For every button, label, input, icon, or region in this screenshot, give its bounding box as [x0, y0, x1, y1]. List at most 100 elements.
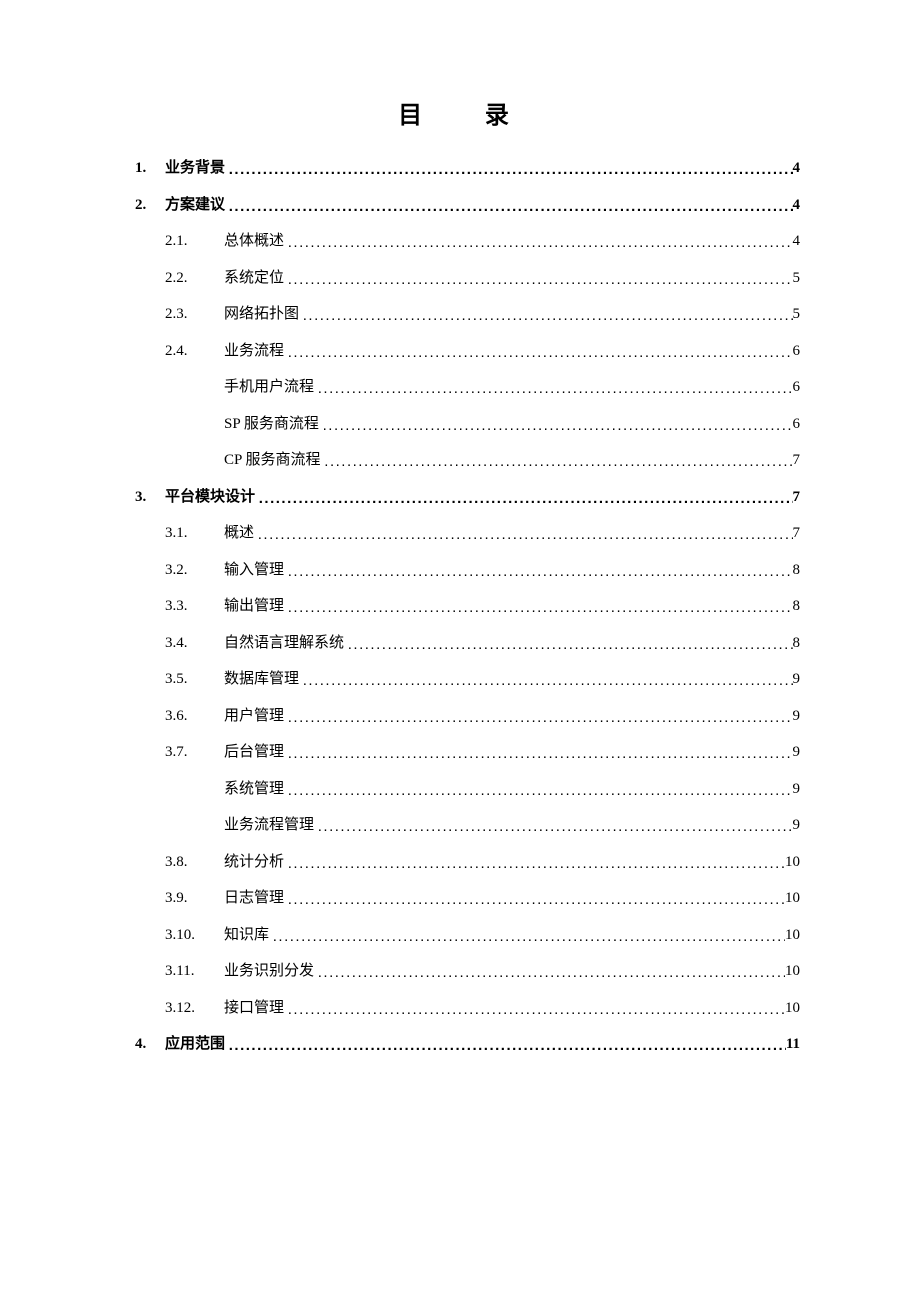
toc-entry-number: 3.5. — [165, 672, 224, 687]
toc-leader-dots — [258, 527, 793, 542]
toc-entry[interactable]: 业务流程管理 9 — [135, 817, 800, 833]
toc-leader-dots — [259, 491, 793, 506]
toc-entry-page: 5 — [793, 271, 801, 286]
toc-leader-dots — [318, 965, 785, 980]
toc-entry[interactable]: CP 服务商流程 7 — [135, 452, 800, 468]
toc-entry[interactable]: 2.1.总体概述 4 — [135, 233, 800, 249]
toc-entry-number: 3.1. — [165, 526, 224, 541]
toc-leader-dots — [288, 783, 793, 798]
toc-entry-number: 3.4. — [165, 636, 224, 651]
toc-entry-number: 1. — [135, 161, 165, 176]
toc-entry-page: 10 — [785, 1001, 800, 1016]
toc-entry-label: 业务流程管理 — [224, 818, 318, 833]
toc-entry[interactable]: 2.2.系统定位 5 — [135, 270, 800, 286]
toc-entry-label: 业务流程 — [224, 344, 288, 359]
toc-entry-page: 9 — [793, 709, 801, 724]
toc-entry-number: 2.4. — [165, 344, 224, 359]
toc-entry-label: 知识库 — [224, 928, 273, 943]
toc-entry-number: 3.11. — [165, 964, 224, 979]
toc-leader-dots — [288, 746, 793, 761]
toc-entry[interactable]: 3.5.数据库管理 9 — [135, 671, 800, 687]
toc-leader-dots — [303, 308, 793, 323]
toc-entry-label: 总体概述 — [224, 234, 288, 249]
toc-leader-dots — [229, 199, 793, 214]
toc-entry-number: 4. — [135, 1037, 165, 1052]
toc-entry-number: 2.1. — [165, 234, 224, 249]
toc-leader-dots — [288, 600, 793, 615]
toc-entry-label: 输入管理 — [224, 563, 288, 578]
toc-entry[interactable]: 3.平台模块设计 7 — [135, 489, 800, 505]
toc-leader-dots — [229, 162, 793, 177]
toc-entry[interactable]: 1.业务背景 4 — [135, 160, 800, 176]
toc-title: 目 录 — [135, 95, 800, 130]
toc-entry-page: 8 — [793, 563, 801, 578]
toc-entry-number: 3.7. — [165, 745, 224, 760]
toc-entry[interactable]: 系统管理 9 — [135, 781, 800, 797]
toc-entry-label: 接口管理 — [224, 1001, 288, 1016]
toc-entry-page: 6 — [793, 417, 801, 432]
toc-entry-number: 3.10. — [165, 928, 224, 943]
toc-entry-page: 10 — [785, 928, 800, 943]
toc-leader-dots — [288, 710, 793, 725]
toc-entry[interactable]: 手机用户流程 6 — [135, 379, 800, 395]
toc-entry[interactable]: SP 服务商流程 6 — [135, 416, 800, 432]
toc-entry[interactable]: 3.11.业务识别分发 10 — [135, 963, 800, 979]
toc-entry[interactable]: 3.7.后台管理 9 — [135, 744, 800, 760]
toc-entry-page: 7 — [793, 490, 801, 505]
toc-leader-dots — [288, 892, 785, 907]
toc-entry[interactable]: 3.4.自然语言理解系统 8 — [135, 635, 800, 651]
toc-leader-dots — [288, 345, 793, 360]
toc-leader-dots — [288, 564, 793, 579]
toc-entry-label: 日志管理 — [224, 891, 288, 906]
toc-entry-label: 业务识别分发 — [224, 964, 318, 979]
toc-entry-number: 3.3. — [165, 599, 224, 614]
toc-entry-page: 10 — [785, 855, 800, 870]
toc-entry-page: 4 — [793, 161, 801, 176]
toc-entry-number: 2. — [135, 198, 165, 213]
toc-entry-label: 手机用户流程 — [224, 380, 318, 395]
toc-entry[interactable]: 2.4.业务流程 6 — [135, 343, 800, 359]
toc-entry-number: 3. — [135, 490, 165, 505]
toc-entry[interactable]: 2.方案建议 4 — [135, 197, 800, 213]
toc-leader-dots — [303, 673, 793, 688]
toc-entry-label: 系统管理 — [224, 782, 288, 797]
toc-entry-label: 应用范围 — [165, 1037, 229, 1052]
toc-entry-page: 9 — [793, 818, 801, 833]
toc-leader-dots — [288, 272, 793, 287]
toc-entry-page: 8 — [793, 599, 801, 614]
toc-entry[interactable]: 3.6.用户管理 9 — [135, 708, 800, 724]
toc-entry-label: 自然语言理解系统 — [224, 636, 348, 651]
toc-entry-label: 统计分析 — [224, 855, 288, 870]
toc-leader-dots — [323, 418, 793, 433]
toc-entry[interactable]: 3.9.日志管理 10 — [135, 890, 800, 906]
toc-entry-number: 2.3. — [165, 307, 224, 322]
toc-leader-dots — [229, 1038, 786, 1053]
toc-entry-page: 4 — [793, 234, 801, 249]
toc-leader-dots — [324, 454, 792, 469]
toc-entry-page: 7 — [793, 526, 801, 541]
toc-entry-number: 3.9. — [165, 891, 224, 906]
toc-entry-label: SP 服务商流程 — [224, 417, 323, 432]
toc-entry-page: 8 — [793, 636, 801, 651]
toc-entry[interactable]: 3.3.输出管理 8 — [135, 598, 800, 614]
toc-entry[interactable]: 3.10.知识库 10 — [135, 927, 800, 943]
toc-entry-page: 7 — [793, 453, 801, 468]
toc-entry-page: 11 — [786, 1037, 800, 1052]
toc-entry-page: 5 — [793, 307, 801, 322]
toc-leader-dots — [273, 929, 785, 944]
toc-entry-number: 3.12. — [165, 1001, 224, 1016]
toc-entry-page: 9 — [793, 745, 801, 760]
toc-leader-dots — [318, 381, 793, 396]
toc-leader-dots — [288, 1002, 785, 1017]
toc-entry-label: 数据库管理 — [224, 672, 303, 687]
toc-entry[interactable]: 3.8.统计分析 10 — [135, 854, 800, 870]
toc-entry-label: 输出管理 — [224, 599, 288, 614]
toc-entry-page: 4 — [793, 198, 801, 213]
toc-entry[interactable]: 3.1.概述 7 — [135, 525, 800, 541]
toc-entry[interactable]: 2.3.网络拓扑图 5 — [135, 306, 800, 322]
toc-entry-page: 10 — [785, 891, 800, 906]
toc-entry[interactable]: 3.2.输入管理 8 — [135, 562, 800, 578]
toc-entry[interactable]: 3.12.接口管理 10 — [135, 1000, 800, 1016]
toc-entry-number: 2.2. — [165, 271, 224, 286]
toc-entry[interactable]: 4.应用范围 11 — [135, 1036, 800, 1052]
